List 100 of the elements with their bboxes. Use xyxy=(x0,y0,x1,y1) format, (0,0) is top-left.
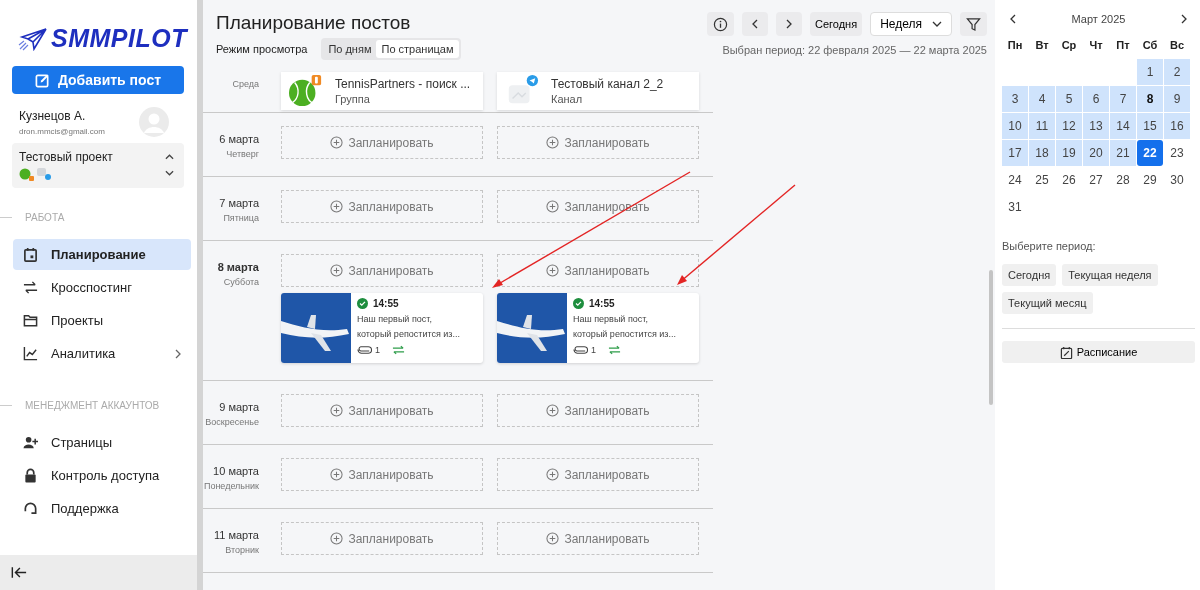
info-icon xyxy=(712,16,728,32)
calendar-day[interactable]: 9 xyxy=(1164,86,1190,112)
schedule-slot-button[interactable]: Запланировать xyxy=(497,522,699,555)
previous-button[interactable] xyxy=(741,12,768,36)
user-name: Кузнецов А. xyxy=(19,108,87,123)
calendar-day[interactable]: 27 xyxy=(1083,167,1109,193)
info-button[interactable] xyxy=(706,12,734,36)
calendar-day[interactable]: 10 xyxy=(1002,113,1028,139)
calendar-day[interactable]: 29 xyxy=(1137,167,1163,193)
nav-item[interactable]: Проекты xyxy=(13,305,191,336)
filter-button[interactable] xyxy=(960,12,987,36)
weekday-label: Понедельник xyxy=(203,481,259,491)
calendar-day[interactable]: 31 xyxy=(1002,194,1028,220)
schedule-slot-button[interactable]: Запланировать xyxy=(281,522,483,555)
calendar-day[interactable]: 11 xyxy=(1029,113,1055,139)
plus-circle-icon xyxy=(546,468,560,481)
schedule-slot-button[interactable]: Запланировать xyxy=(497,458,699,491)
calendar-day[interactable]: 15 xyxy=(1137,113,1163,139)
weekday-label: Воскресенье xyxy=(205,417,259,427)
page-name: TennisPartners - поиск ... xyxy=(335,77,471,91)
calendar-day[interactable]: 6 xyxy=(1083,86,1109,112)
calendar-day[interactable]: 8 xyxy=(1137,86,1163,112)
calendar-day[interactable]: 24 xyxy=(1002,167,1028,193)
calendar-day[interactable]: 14 xyxy=(1110,113,1136,139)
schedule-slot-button[interactable]: Запланировать xyxy=(497,126,699,159)
nav-item[interactable]: Кросспостинг xyxy=(13,272,191,303)
post-card[interactable]: 14:55 Наш первый пост, который репостится из... 1 xyxy=(497,293,699,363)
view-mode-tab[interactable]: По страницам xyxy=(376,40,459,58)
calendar-day[interactable]: 5 xyxy=(1056,86,1082,112)
range-dropdown[interactable]: Неделя xyxy=(870,12,952,36)
calendar-icon xyxy=(23,247,38,262)
schedule-slot-button[interactable]: Запланировать xyxy=(281,254,483,287)
period-button[interactable]: Сегодня xyxy=(1002,264,1057,286)
calendar-day[interactable]: 26 xyxy=(1056,167,1082,193)
today-button[interactable]: Сегодня xyxy=(809,12,863,36)
selected-period: Выбран период: 22 февраля 2025 — 22 марта 2025 xyxy=(722,44,987,56)
nav-item[interactable]: Аналитика xyxy=(13,338,191,369)
weekday-label: Пятница xyxy=(223,213,259,223)
schedule-slot-button[interactable]: Запланировать xyxy=(281,394,483,427)
calendar-day[interactable]: 30 xyxy=(1164,167,1190,193)
period-label: Выберите период: xyxy=(1002,240,1097,252)
chart-icon xyxy=(23,346,38,361)
calendar-day[interactable]: 21 xyxy=(1110,140,1136,166)
plus-circle-icon xyxy=(330,404,344,417)
period-button[interactable]: Текущая неделя xyxy=(1062,264,1158,286)
calendar-day[interactable]: 18 xyxy=(1029,140,1055,166)
placeholder-image-icon xyxy=(37,168,51,180)
calendar-day[interactable]: 3 xyxy=(1002,86,1028,112)
schedule-slot-button[interactable]: Запланировать xyxy=(281,458,483,491)
day-date: 10 марта xyxy=(213,465,259,477)
weekday-header: Ср xyxy=(1060,38,1078,53)
collapse-icon[interactable] xyxy=(11,566,27,579)
calendar-day[interactable]: 22 xyxy=(1137,140,1163,166)
page-type: Группа xyxy=(335,93,371,105)
post-text: Наш первый пост, который репостится из... xyxy=(573,313,677,341)
schedule-slot-button[interactable]: Запланировать xyxy=(281,126,483,159)
nav-item[interactable]: Поддержка xyxy=(13,493,191,524)
weekday-label: Суббота xyxy=(223,277,259,287)
calendar-day[interactable]: 1 xyxy=(1137,59,1163,85)
page-card[interactable]: TennisPartners - поиск ... Группа xyxy=(281,72,483,110)
day-date: 7 марта xyxy=(219,197,259,209)
chevron-down-icon xyxy=(932,21,942,27)
person-add-icon xyxy=(23,435,38,450)
previous-month-icon[interactable] xyxy=(1010,14,1016,24)
post-text: Наш первый пост, который репостится из... xyxy=(357,313,461,341)
nav-item[interactable]: Страницы xyxy=(13,427,191,458)
chevron-down-icon[interactable] xyxy=(165,170,174,176)
chevron-up-icon[interactable] xyxy=(165,154,174,160)
calendar-day[interactable]: 25 xyxy=(1029,167,1055,193)
period-button[interactable]: Текущий месяц xyxy=(1002,292,1093,314)
calendar-day[interactable]: 13 xyxy=(1083,113,1109,139)
page-card[interactable]: Тестовый канал 2_2 Канал xyxy=(497,72,699,110)
calendar-day[interactable]: 28 xyxy=(1110,167,1136,193)
calendar-day[interactable]: 7 xyxy=(1110,86,1136,112)
calendar-day[interactable]: 16 xyxy=(1164,113,1190,139)
nav-item[interactable]: Контроль доступа xyxy=(13,460,191,491)
calendar-day[interactable]: 12 xyxy=(1056,113,1082,139)
calendar-day[interactable]: 19 xyxy=(1056,140,1082,166)
calendar-day[interactable]: 2 xyxy=(1164,59,1190,85)
next-month-icon[interactable] xyxy=(1181,14,1187,24)
post-card[interactable]: 14:55 Наш первый пост, который репостится из... 1 xyxy=(281,293,483,363)
logo-text: SMMPILOT xyxy=(51,24,187,53)
calendar-day[interactable]: 20 xyxy=(1083,140,1109,166)
calendar-day[interactable]: 23 xyxy=(1164,140,1190,166)
next-button[interactable] xyxy=(775,12,802,36)
section-title: МЕНЕДЖМЕНТ АККАУНТОВ xyxy=(25,400,160,411)
nav-item[interactable]: Планирование xyxy=(13,239,191,270)
schedule-slot-button[interactable]: Запланировать xyxy=(281,190,483,223)
day-date: 11 марта xyxy=(213,529,259,541)
post-time: 14:55 xyxy=(373,298,399,309)
schedule-button[interactable]: Расписание xyxy=(1002,341,1195,363)
add-post-button[interactable]: Добавить пост xyxy=(12,66,184,94)
calendar-day[interactable]: 4 xyxy=(1029,86,1055,112)
user-email: dron.mmcis@gmail.com xyxy=(19,126,105,136)
schedule-slot-button[interactable]: Запланировать xyxy=(497,394,699,427)
plus-circle-icon xyxy=(546,264,560,277)
project-selector[interactable]: Тестовый проект xyxy=(12,143,184,188)
scrollbar-thumb[interactable] xyxy=(989,270,993,405)
calendar-day[interactable]: 17 xyxy=(1002,140,1028,166)
view-mode-tab[interactable]: По дням xyxy=(323,40,377,58)
